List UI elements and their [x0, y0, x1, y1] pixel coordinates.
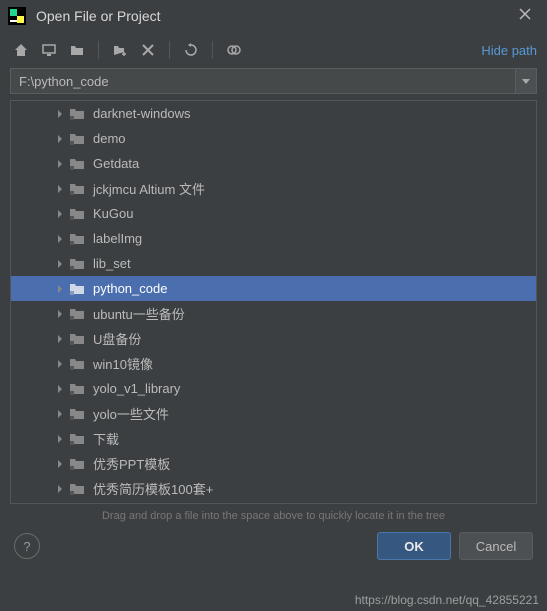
tree-item[interactable]: 优秀简历模板100套+ [11, 476, 536, 501]
chevron-right-icon[interactable] [55, 135, 65, 143]
folder-icon [69, 331, 85, 347]
separator [169, 41, 170, 59]
tree-item-label: darknet-windows [93, 106, 191, 121]
show-hidden-icon[interactable] [223, 39, 245, 61]
hide-path-link[interactable]: Hide path [481, 43, 537, 58]
tree-item[interactable]: python_code [11, 276, 536, 301]
tree-item[interactable]: jckjmcu Altium 文件 [11, 176, 536, 201]
titlebar: Open File or Project [0, 0, 547, 32]
tree-item[interactable]: 优秀PPT模板 [11, 451, 536, 476]
cancel-button[interactable]: Cancel [459, 532, 533, 560]
chevron-right-icon[interactable] [55, 385, 65, 393]
close-icon[interactable] [511, 3, 539, 29]
chevron-right-icon[interactable] [55, 435, 65, 443]
tree-item[interactable]: KuGou [11, 201, 536, 226]
folder-icon [69, 306, 85, 322]
folder-icon [69, 131, 85, 147]
folder-icon [69, 181, 85, 197]
chevron-right-icon[interactable] [55, 360, 65, 368]
folder-icon [69, 381, 85, 397]
tree-item-label: ubuntu一些备份 [93, 304, 185, 323]
tree-item[interactable]: yolo一些文件 [11, 401, 536, 426]
folder-icon [69, 431, 85, 447]
tree-item-label: yolo_v1_library [93, 381, 180, 396]
folder-icon [69, 356, 85, 372]
window-title: Open File or Project [36, 8, 511, 24]
file-tree[interactable]: darknet-windows demo Getdata jckjmcu Altium… [10, 100, 537, 504]
chevron-right-icon[interactable] [55, 260, 65, 268]
tree-item[interactable]: 下载 [11, 426, 536, 451]
tree-item-label: lib_set [93, 256, 131, 271]
tree-item-label: python_code [93, 281, 167, 296]
tree-item-label: jckjmcu Altium 文件 [93, 179, 205, 198]
tree-item[interactable]: U盘备份 [11, 326, 536, 351]
tree-item[interactable]: win10镜像 [11, 351, 536, 376]
chevron-right-icon[interactable] [55, 335, 65, 343]
chevron-right-icon[interactable] [55, 410, 65, 418]
tree-item-label: labelImg [93, 231, 142, 246]
delete-icon[interactable] [137, 39, 159, 61]
tree-item[interactable]: yolo_v1_library [11, 376, 536, 401]
folder-icon [69, 106, 85, 122]
separator [212, 41, 213, 59]
folder-icon [69, 156, 85, 172]
tree-item-label: yolo一些文件 [93, 404, 169, 423]
folder-icon [69, 206, 85, 222]
folder-icon [69, 256, 85, 272]
chevron-right-icon[interactable] [55, 310, 65, 318]
home-icon[interactable] [10, 39, 32, 61]
app-icon [8, 7, 26, 25]
tree-item-label: 下载 [93, 429, 119, 448]
watermark: https://blog.csdn.net/qq_42855221 [355, 593, 539, 607]
path-row [0, 68, 547, 100]
folder-icon [69, 456, 85, 472]
folder-icon [69, 231, 85, 247]
tree-item-label: KuGou [93, 206, 133, 221]
tree-item[interactable]: ubuntu一些备份 [11, 301, 536, 326]
separator [98, 41, 99, 59]
chevron-right-icon[interactable] [55, 285, 65, 293]
project-icon[interactable] [66, 39, 88, 61]
path-dropdown-icon[interactable] [515, 68, 537, 94]
path-input[interactable] [10, 68, 515, 94]
help-button[interactable]: ? [14, 533, 40, 559]
chevron-right-icon[interactable] [55, 235, 65, 243]
tree-item-label: win10镜像 [93, 354, 153, 373]
tree-item-label: Getdata [93, 156, 139, 171]
folder-icon [69, 481, 85, 497]
tree-item[interactable]: darknet-windows [11, 101, 536, 126]
ok-button[interactable]: OK [377, 532, 451, 560]
chevron-right-icon[interactable] [55, 185, 65, 193]
tree-item-label: 优秀PPT模板 [93, 454, 170, 473]
tree-item-label: U盘备份 [93, 329, 141, 348]
tree-item-label: demo [93, 131, 126, 146]
chevron-right-icon[interactable] [55, 460, 65, 468]
button-bar: ? OK Cancel [0, 532, 547, 570]
refresh-icon[interactable] [180, 39, 202, 61]
toolbar: Hide path [0, 32, 547, 68]
folder-icon [69, 281, 85, 297]
hint-text: Drag and drop a file into the space abov… [0, 504, 547, 532]
chevron-right-icon[interactable] [55, 160, 65, 168]
tree-item[interactable]: lib_set [11, 251, 536, 276]
tree-item-label: 优秀简历模板100套+ [93, 479, 213, 498]
chevron-right-icon[interactable] [55, 485, 65, 493]
desktop-icon[interactable] [38, 39, 60, 61]
new-folder-icon[interactable] [109, 39, 131, 61]
tree-item[interactable]: labelImg [11, 226, 536, 251]
tree-item[interactable]: Getdata [11, 151, 536, 176]
tree-item[interactable]: demo [11, 126, 536, 151]
folder-icon [69, 406, 85, 422]
chevron-right-icon[interactable] [55, 210, 65, 218]
chevron-right-icon[interactable] [55, 110, 65, 118]
